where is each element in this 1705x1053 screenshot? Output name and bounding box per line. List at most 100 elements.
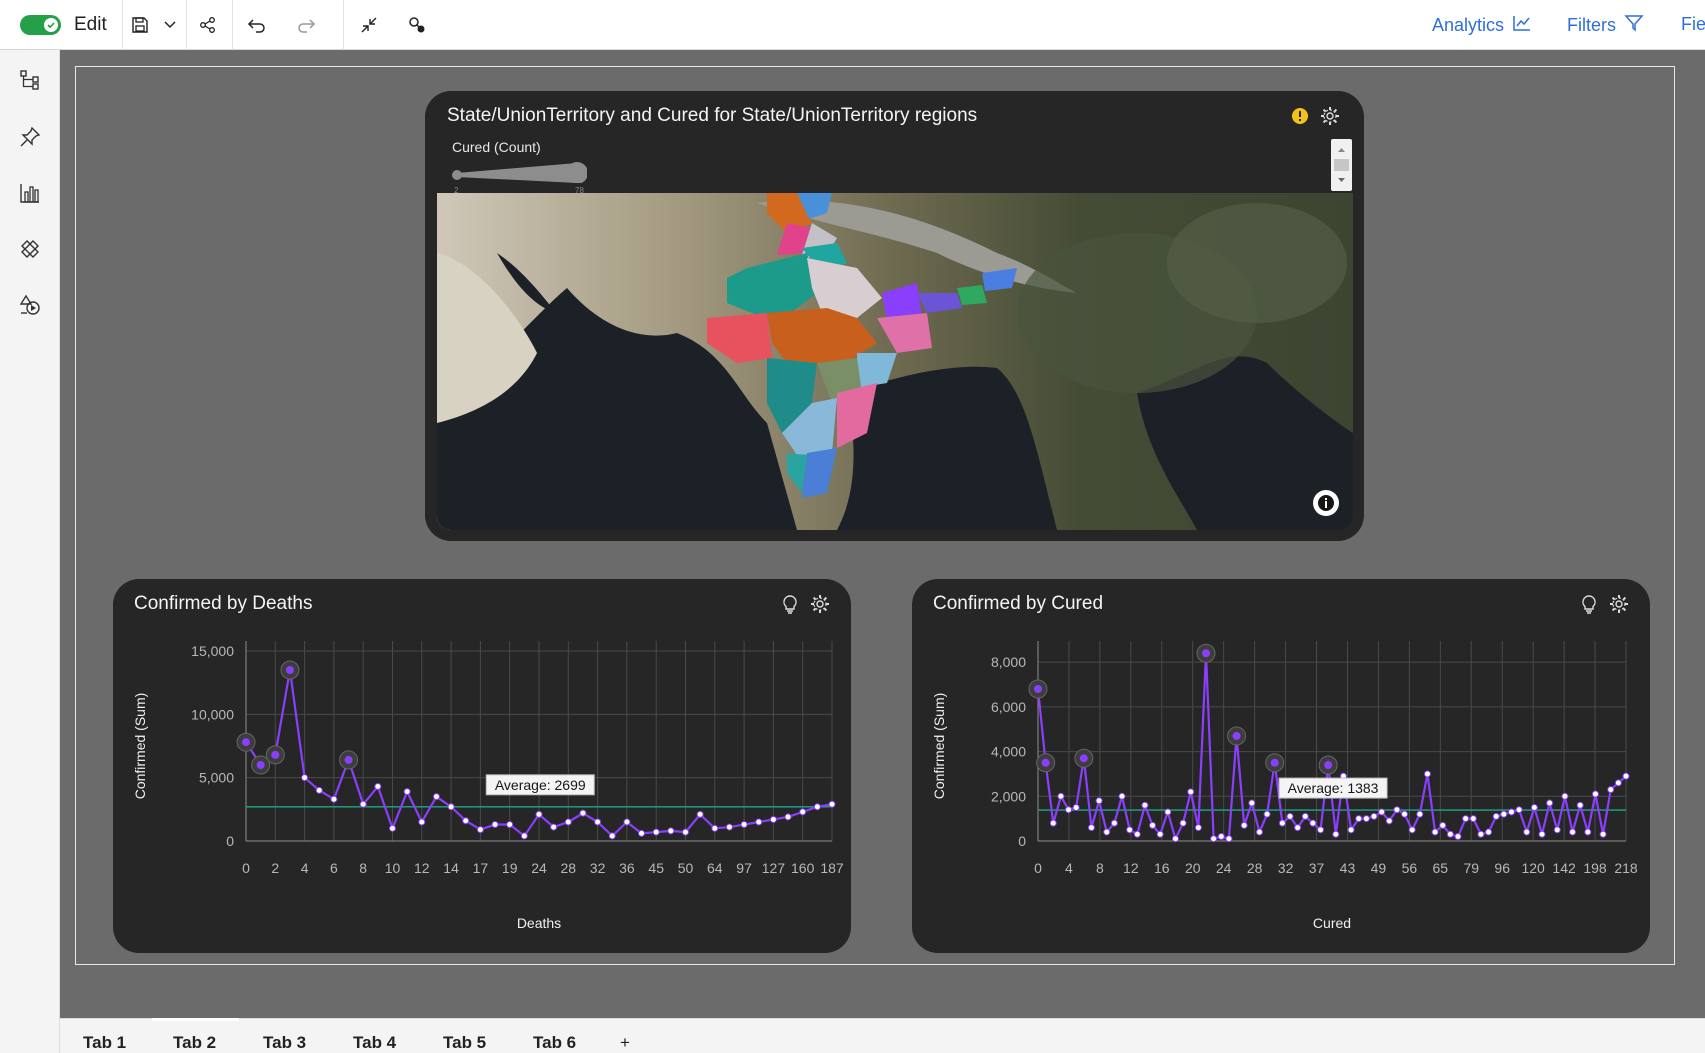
cured-line-chart[interactable]: 0 2,000 4,000 6,000 8,000 0 4 8 12 16 20 24 28 32 37 43… xyxy=(912,579,1650,953)
analytics-button[interactable]: Analytics xyxy=(1432,14,1532,37)
tab-4[interactable]: Tab 4 xyxy=(353,1033,396,1053)
data-point xyxy=(1423,770,1431,778)
data-point xyxy=(1370,812,1378,820)
settings-icon[interactable] xyxy=(1320,106,1340,126)
tab-2[interactable]: Tab 2 xyxy=(173,1033,216,1053)
data-point xyxy=(1393,806,1401,814)
data-point xyxy=(1240,821,1248,829)
data-point xyxy=(1079,754,1088,763)
add-tab-button[interactable]: + xyxy=(620,1033,630,1053)
x-tick-label: 2 xyxy=(271,860,279,876)
info-icon[interactable] xyxy=(1313,490,1339,516)
data-point xyxy=(535,810,543,818)
map-title: State/UnionTerritory and Cured for State… xyxy=(447,105,978,126)
chevron-down-icon[interactable] xyxy=(158,13,182,37)
data-point xyxy=(711,824,719,832)
collapse-icon[interactable] xyxy=(357,13,381,37)
map-widget[interactable]: State/UnionTerritory and Cured for State… xyxy=(425,91,1364,541)
share-icon[interactable] xyxy=(196,13,220,37)
data-point xyxy=(740,821,748,829)
data-point xyxy=(1530,803,1538,811)
data-point xyxy=(1561,792,1569,800)
data-point xyxy=(1065,806,1073,814)
data-point xyxy=(1408,826,1416,834)
data-point xyxy=(285,666,294,674)
data-point xyxy=(784,813,792,821)
data-point xyxy=(550,823,558,831)
data-point xyxy=(1507,808,1515,816)
x-tick-label: 12 xyxy=(414,860,430,876)
x-tick-label: 4 xyxy=(301,860,309,876)
x-tick-label: 50 xyxy=(678,860,694,876)
legend-scrollbar[interactable] xyxy=(1331,139,1352,191)
data-point xyxy=(1194,824,1202,832)
tab-5[interactable]: Tab 5 xyxy=(443,1033,486,1053)
data-point xyxy=(1301,812,1309,820)
data-point xyxy=(1553,826,1561,834)
shapes-media-icon[interactable] xyxy=(17,292,43,318)
pin-icon[interactable] xyxy=(17,124,43,150)
x-tick-label: 0 xyxy=(1034,860,1042,876)
redo-icon[interactable] xyxy=(294,13,318,37)
data-point xyxy=(755,818,763,826)
data-point xyxy=(1095,797,1103,805)
widgets-icon[interactable] xyxy=(17,236,43,262)
x-tick-label: 79 xyxy=(1463,860,1479,876)
data-point xyxy=(1164,808,1172,816)
x-tick-label: 49 xyxy=(1371,860,1387,876)
tab-6[interactable]: Tab 6 xyxy=(533,1033,576,1053)
toolbar-divider xyxy=(122,0,123,50)
data-point xyxy=(623,818,631,826)
data-point xyxy=(1187,788,1195,796)
cured-chart-widget[interactable]: Confirmed by Cured 0 2,000 4,000 6,000 8,000… xyxy=(912,579,1650,953)
save-icon[interactable] xyxy=(128,13,152,37)
navigation-tree-icon[interactable] xyxy=(17,67,43,93)
data-point xyxy=(315,786,323,794)
y-tick-label: 8,000 xyxy=(991,654,1026,670)
data-point xyxy=(1294,824,1302,832)
warning-icon[interactable] xyxy=(1290,106,1310,126)
data-point xyxy=(1591,790,1599,798)
data-point xyxy=(1286,812,1294,820)
data-point xyxy=(1156,830,1164,838)
data-point xyxy=(1485,828,1493,836)
data-point xyxy=(725,823,733,831)
x-tick-label: 32 xyxy=(1278,860,1294,876)
data-point xyxy=(1416,810,1424,818)
data-point xyxy=(447,803,455,811)
data-point xyxy=(1355,815,1363,823)
undo-icon[interactable] xyxy=(245,13,269,37)
data-point xyxy=(1622,772,1630,780)
toolbar-divider xyxy=(343,0,344,50)
deaths-chart-widget[interactable]: Confirmed by Deaths 0 5,000 10,000 15,000 0 2… xyxy=(113,579,851,953)
data-point xyxy=(1210,835,1218,843)
data-point xyxy=(1072,803,1080,811)
x-tick-label: 160 xyxy=(791,860,815,876)
deaths-line-chart[interactable]: 05,00010,00015,0000 2 4 6 8 10 12 14 17 19 24 28 32 3… xyxy=(113,579,851,953)
fields-button[interactable]: Fie xyxy=(1681,14,1705,35)
data-point xyxy=(520,832,528,840)
india-region-map[interactable] xyxy=(437,193,1353,530)
visualizations-icon[interactable] xyxy=(17,180,43,206)
data-point xyxy=(271,750,280,759)
data-point xyxy=(1057,792,1065,800)
x-tick-label: 24 xyxy=(1216,860,1232,876)
data-point xyxy=(1584,828,1592,836)
legend-label: Cured (Count) xyxy=(452,139,541,155)
data-point xyxy=(1332,830,1340,838)
x-tick-label: 28 xyxy=(561,860,577,876)
focus-icon[interactable] xyxy=(405,13,429,37)
y-axis-title: Confirmed (Sum) xyxy=(132,693,148,800)
data-point xyxy=(1523,828,1531,836)
data-point xyxy=(652,828,660,836)
tab-1[interactable]: Tab 1 xyxy=(83,1033,126,1053)
edit-mode-toggle[interactable] xyxy=(20,15,61,35)
data-point xyxy=(1599,830,1607,838)
data-point xyxy=(359,800,367,808)
data-point xyxy=(1041,758,1050,767)
tab-3[interactable]: Tab 3 xyxy=(263,1033,306,1053)
average-label: Average: 2699 xyxy=(495,777,586,793)
x-tick-label: 43 xyxy=(1340,860,1356,876)
filters-button[interactable]: Filters xyxy=(1567,14,1644,37)
x-tick-label: 20 xyxy=(1185,860,1201,876)
